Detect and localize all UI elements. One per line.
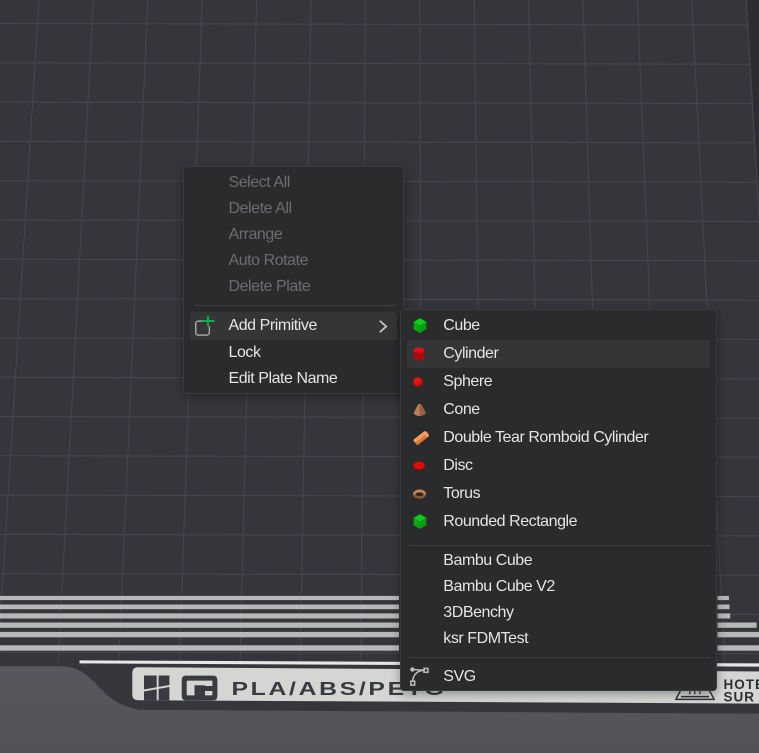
svg-text:SUR: SUR bbox=[724, 690, 756, 705]
